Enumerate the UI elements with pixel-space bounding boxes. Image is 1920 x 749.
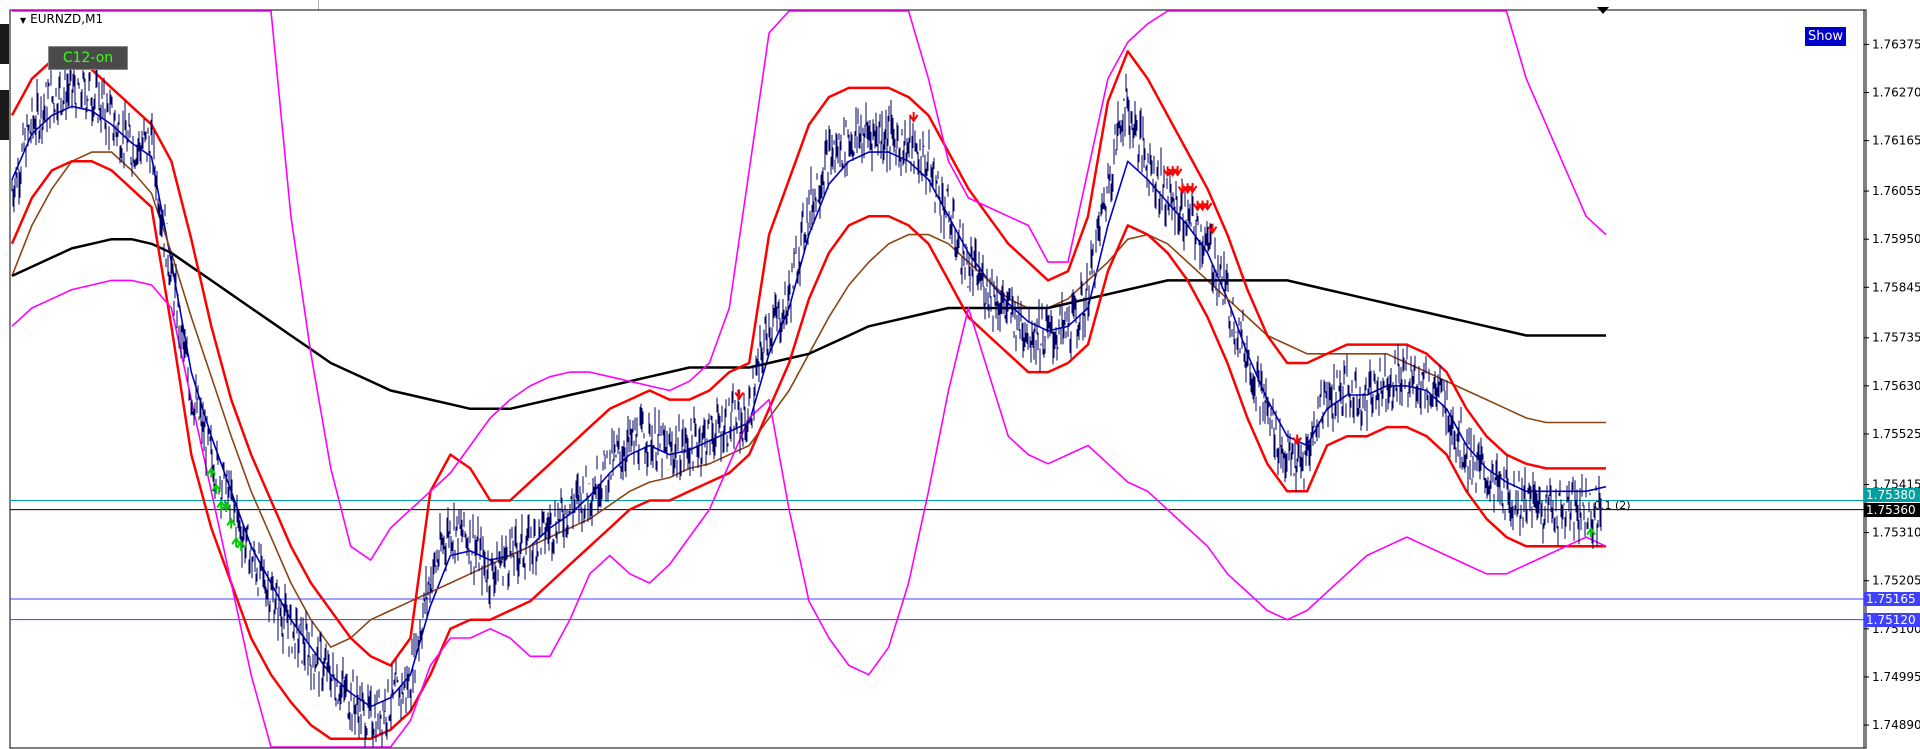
y-tick-label: 1.75950 <box>1872 232 1920 246</box>
level-tag: 1.75120 <box>1864 612 1920 627</box>
bid-price-tag: 1.75360 <box>1864 502 1920 517</box>
buy-arrow-icon <box>1586 526 1596 538</box>
y-tick-label: 1.76375 <box>1872 37 1920 51</box>
y-tick-label: 1.76270 <box>1872 86 1920 100</box>
buy-arrow-icon <box>236 540 246 551</box>
y-tick-label: 1.76165 <box>1872 134 1920 148</box>
symbol-text: EURNZD,M1 <box>30 12 104 26</box>
horizontal-levels <box>10 499 1864 621</box>
y-tick-label: 1.75205 <box>1872 574 1920 588</box>
show-button[interactable]: Show <box>1805 27 1846 46</box>
series-line <box>10 160 1606 741</box>
y-tick-label: 1.75735 <box>1872 331 1920 345</box>
series-line <box>11 237 1606 411</box>
dropdown-triangle-icon[interactable]: ▼ <box>20 16 26 25</box>
level-tag: 1.75165 <box>1864 592 1920 607</box>
price-bar-path <box>11 54 1602 747</box>
y-tick-label: 1.75525 <box>1872 427 1920 441</box>
sell-arrow-icon <box>734 389 745 401</box>
symbol-label: ▼ EURNZD,M1 <box>20 12 103 26</box>
y-tick-label: 1.75310 <box>1872 526 1920 540</box>
sell-arrow-icon <box>908 111 919 123</box>
y-tick-label: 1.75630 <box>1872 379 1920 393</box>
signal-arrows <box>206 111 1596 551</box>
y-tick-label: 1.74995 <box>1872 670 1920 684</box>
series-line <box>10 50 1606 667</box>
price-bars <box>11 54 1602 747</box>
series-line <box>11 151 1606 648</box>
indicator-lines <box>10 10 1607 748</box>
shift-marker-icon[interactable] <box>1597 7 1609 14</box>
price-axis-ticks: 1.76375 1.76270 1.76165 1.76055 1.75950 1.758… <box>1864 37 1920 732</box>
series-line <box>12 10 1607 561</box>
ask-price-tag: 1.75380 <box>1864 488 1920 503</box>
y-tick-label: 1.76055 <box>1872 184 1920 198</box>
y-tick-label: 1.74890 <box>1872 718 1920 732</box>
indicator-badge[interactable]: C12-on <box>48 46 128 70</box>
price-chart[interactable]: 1.76375 1.76270 1.76165 1.76055 1.75950 1.758… <box>0 0 1920 749</box>
y-tick-label: 1.75845 <box>1872 280 1920 294</box>
series-line <box>11 279 1607 748</box>
order-label: 0.1 (2) <box>1594 499 1631 512</box>
